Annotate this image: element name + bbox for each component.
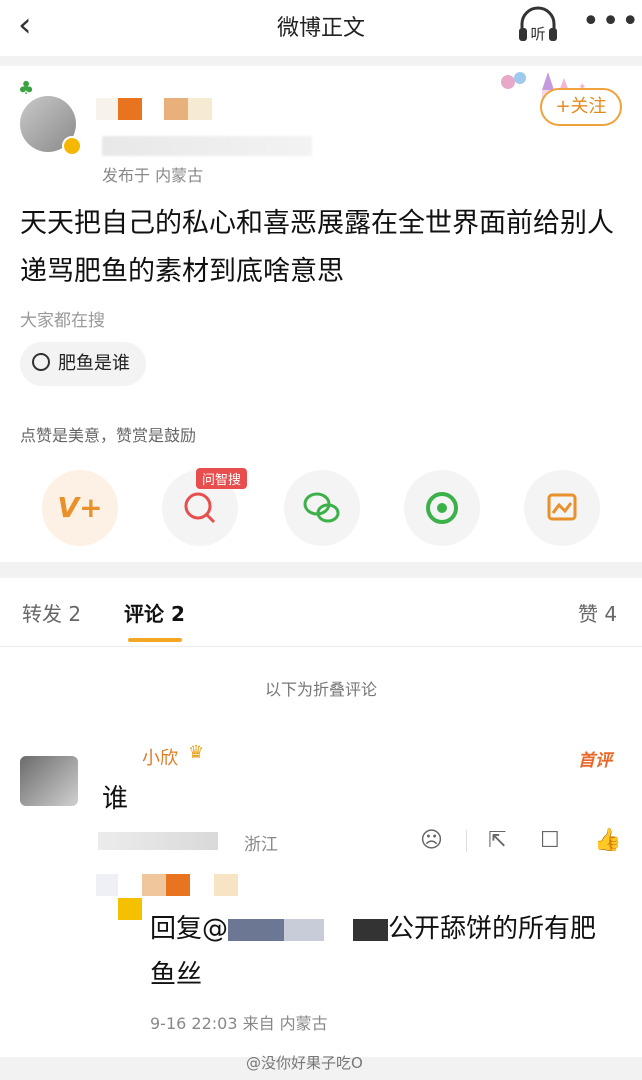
divider	[466, 830, 467, 852]
post-location: 发布于 内蒙古	[102, 166, 204, 185]
clover-icon: ♣	[18, 78, 35, 99]
reply-text: 回复@ 公开舔饼的所有肥鱼丝	[150, 906, 620, 998]
save-image-button[interactable]	[524, 470, 600, 546]
post-time-mask	[102, 136, 312, 156]
reward-tip: 点赞是美意，赞赏是鼓励	[20, 426, 197, 445]
ai-search-badge: 问智搜	[196, 468, 248, 489]
crown-icon: ♛	[188, 742, 205, 763]
hot-search-label: 大家都在搜	[20, 311, 105, 331]
tab-bar	[0, 578, 642, 647]
share-wechat-button[interactable]	[284, 470, 360, 546]
first-comment-badge: 首评	[578, 751, 612, 771]
tab-comment[interactable]: 评论 2	[124, 598, 185, 627]
watermark: @没你好果子吃O	[246, 1054, 363, 1072]
username-mosaic	[164, 98, 188, 120]
headphones-icon: 听	[519, 6, 557, 43]
comment-text: 谁	[102, 784, 129, 814]
commenter-avatar[interactable]	[20, 756, 78, 806]
appreciate-v-icon: V+	[57, 491, 103, 524]
username-mosaic	[96, 98, 118, 120]
reply-meta: 9-16 22:03 来自 内蒙古	[150, 1014, 328, 1033]
verified-badge-icon	[62, 136, 82, 156]
reply-username-mosaic	[118, 898, 142, 920]
moments-icon	[426, 492, 458, 524]
hot-search-query: 肥鱼是谁	[58, 353, 130, 374]
share-icon[interactable]: ⇱	[488, 828, 506, 853]
comment-time-mask	[98, 832, 218, 850]
reply-username-mosaic	[214, 874, 238, 896]
share-moments-button[interactable]	[404, 470, 480, 546]
reply-username-mosaic	[166, 874, 190, 896]
listen-button[interactable]: 听	[516, 6, 560, 46]
appreciate-button[interactable]: V+	[42, 470, 118, 546]
like-icon[interactable]: 👍	[594, 828, 621, 853]
top-nav: ‹ 微博正文 听 •••	[0, 0, 642, 56]
username-mosaic	[118, 98, 142, 120]
commenter-name[interactable]: 小欣	[142, 744, 178, 770]
hot-search-chip[interactable]: 肥鱼是谁	[20, 342, 146, 386]
reply-icon[interactable]: ☐	[540, 828, 560, 853]
save-image-icon	[547, 493, 577, 521]
more-button[interactable]: •••	[582, 4, 641, 39]
reply-mention-mosaic	[228, 918, 389, 941]
svg-text:听: 听	[530, 25, 545, 43]
tab-repost[interactable]: 转发 2	[22, 598, 81, 627]
reply-prefix: 回复@	[150, 914, 229, 944]
comment-location: 浙江	[244, 835, 278, 855]
tab-like[interactable]: 赞 4	[578, 598, 617, 627]
wechat-icon	[303, 492, 340, 523]
folded-notice: 以下为折叠评论	[264, 680, 377, 699]
follow-button[interactable]: +关注	[540, 88, 622, 126]
search-icon	[32, 353, 50, 371]
tab-active-indicator	[128, 638, 182, 642]
dislike-icon[interactable]: ☹	[420, 828, 443, 853]
post-text: 天天把自己的私心和喜恶展露在全世界面前给别人递骂肥鱼的素材到底啥意思	[20, 208, 614, 287]
reply-username-mosaic	[142, 874, 166, 896]
reply-username-mosaic	[96, 874, 118, 896]
username-mosaic	[188, 98, 212, 120]
